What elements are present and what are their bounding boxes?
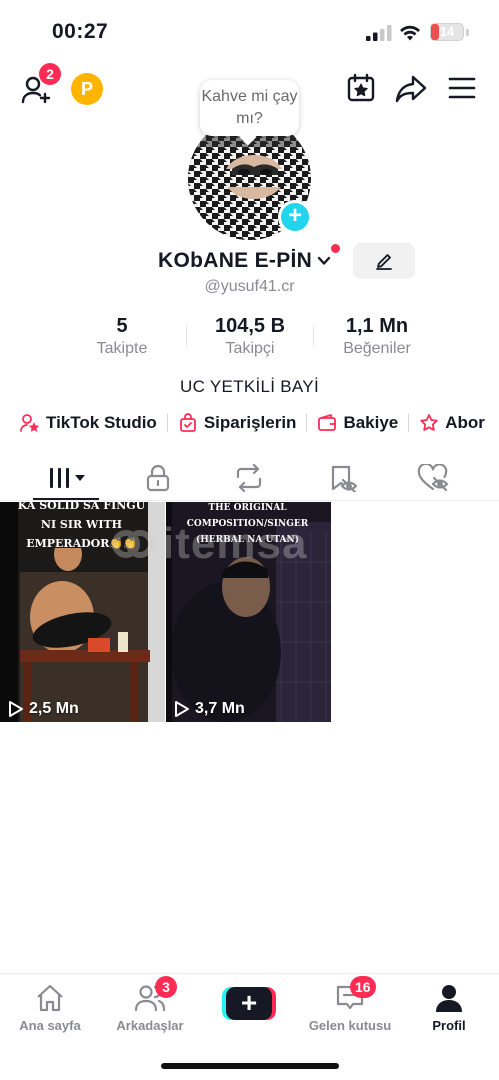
add-story-button[interactable]: +: [278, 200, 312, 234]
video-views: 2,5 Mn: [8, 700, 79, 718]
status-bar: 00:27 14: [0, 0, 499, 60]
coin-icon: P: [80, 78, 93, 99]
followers-count: 104,5 B: [214, 315, 286, 337]
username: @yusuf41.cr: [204, 278, 295, 295]
subscription-link[interactable]: Abor: [419, 413, 485, 433]
video-views: 3,7 Mn: [174, 700, 245, 718]
videos-grid-icon: [50, 468, 85, 488]
likes-label: Beğeniler: [343, 340, 411, 357]
subscription-label: Abor: [445, 413, 485, 432]
video-views-count: 3,7 Mn: [195, 700, 245, 717]
studio-icon: [20, 414, 40, 432]
following-stat[interactable]: 5 Takipte: [72, 314, 172, 359]
share-icon: [395, 75, 427, 103]
stat-divider: [186, 326, 187, 346]
calendar-star-icon: [347, 73, 375, 102]
nav-friends-label: Arkadaşlar: [116, 1018, 184, 1033]
followers-label: Takipçi: [225, 340, 275, 357]
coin-button[interactable]: P: [71, 73, 103, 105]
nav-profile[interactable]: Profil: [399, 982, 499, 1033]
play-icon: [9, 701, 23, 717]
note-bubble[interactable]: Kahve mi çay mı?: [200, 80, 299, 136]
stat-divider: [313, 326, 314, 346]
cellular-signal-icon: [366, 25, 392, 41]
chevron-down-icon: [317, 256, 331, 265]
tiktok-studio-label: TikTok Studio: [46, 413, 157, 432]
subscription-icon: [420, 414, 438, 431]
followers-stat[interactable]: 104,5 B Takipçi: [190, 314, 310, 359]
calendar-button[interactable]: [345, 72, 377, 104]
following-label: Takipte: [96, 340, 148, 357]
content-tabs: [0, 455, 499, 501]
play-icon: [175, 701, 189, 717]
account-switcher[interactable]: KObANE E-PİN: [158, 246, 332, 276]
share-button[interactable]: [394, 72, 428, 106]
pencil-icon: [376, 254, 392, 270]
watermark-logo-icon: [112, 530, 154, 558]
status-time: 00:27: [52, 20, 109, 43]
tab-videos[interactable]: [48, 461, 88, 495]
video-views-count: 2,5 Mn: [29, 700, 79, 717]
nav-home-label: Ana sayfa: [19, 1018, 81, 1033]
nav-friends[interactable]: Arkadaşlar: [100, 982, 200, 1033]
battery-indicator: 14: [430, 23, 464, 41]
shortcut-divider: [306, 414, 308, 432]
tiktok-studio-link[interactable]: TikTok Studio: [20, 413, 157, 433]
orders-label: Siparişlerin: [203, 413, 297, 432]
inbox-badge: 16: [350, 976, 376, 998]
account-notification-dot: [331, 244, 340, 253]
shortcut-divider: [166, 414, 168, 432]
tab-private[interactable]: [141, 461, 175, 495]
tab-reposts[interactable]: [232, 461, 266, 495]
likes-count: 1,1 Mn: [345, 315, 409, 337]
display-name: KObANE E-PİN: [158, 249, 313, 272]
create-video-button[interactable]: +: [222, 987, 276, 1020]
bio: UC YETKİLİ BAYİ: [180, 377, 319, 396]
battery-tip: [466, 29, 469, 36]
balance-label: Bakiye: [343, 413, 399, 432]
shortcut-divider: [408, 414, 410, 432]
repost-icon: [236, 464, 262, 492]
wifi-icon: [400, 25, 420, 41]
battery-level: 14: [439, 24, 455, 39]
wallet-icon: [318, 414, 337, 431]
note-bubble-dot: [260, 147, 266, 153]
tab-favorites[interactable]: [325, 461, 359, 495]
watermark-text: itemsa: [162, 519, 308, 568]
likes-stat[interactable]: 1,1 Mn Beğeniler: [322, 314, 432, 359]
orders-bag-icon: [179, 413, 196, 432]
profile-icon: [436, 985, 462, 1012]
favorites-icon: [331, 465, 357, 492]
home-indicator: [161, 1063, 339, 1069]
add-friend-badge: 2: [39, 63, 61, 85]
menu-button[interactable]: [448, 74, 476, 102]
edit-profile-button[interactable]: [353, 243, 415, 279]
home-icon: [37, 984, 63, 1012]
balance-link[interactable]: Bakiye: [317, 413, 398, 433]
active-tab-indicator: [33, 498, 99, 500]
menu-icon: [448, 77, 476, 99]
watermark: itemsa: [108, 516, 368, 572]
nav-profile-label: Profil: [432, 1018, 466, 1033]
profile-shortcuts: TikTok Studio Siparişlerin Bakiye Abor: [20, 410, 485, 436]
lock-icon: [146, 464, 170, 492]
following-count: 5: [116, 315, 128, 337]
tab-liked[interactable]: [416, 461, 450, 495]
friends-badge: 3: [155, 976, 177, 998]
nav-inbox-label: Gelen kutusu: [308, 1018, 392, 1033]
orders-link[interactable]: Siparişlerin: [178, 413, 297, 433]
liked-icon: [417, 464, 449, 492]
note-bubble-text: Kahve mi çay mı?: [201, 88, 298, 127]
nav-home[interactable]: Ana sayfa: [0, 982, 100, 1033]
plus-icon: +: [226, 987, 272, 1020]
